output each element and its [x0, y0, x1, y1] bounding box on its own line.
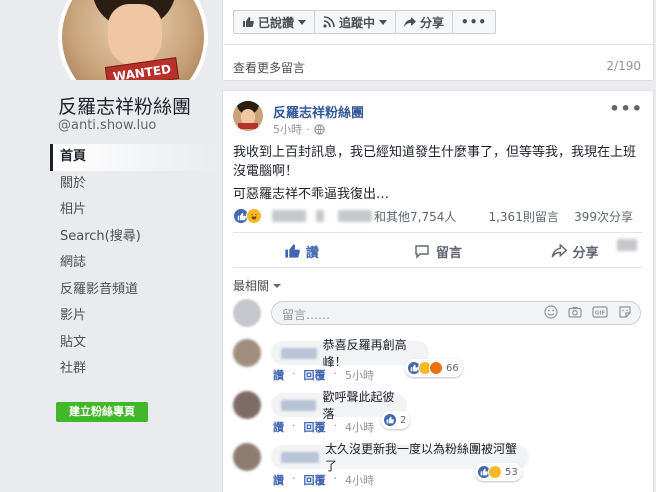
sidebar-item-posts[interactable]: 貼文	[50, 330, 220, 357]
viewer-avatar	[233, 299, 261, 327]
sidebar-item-video-channel[interactable]: 反羅影音頻道	[50, 277, 220, 304]
post-text: 我收到上百封訊息，我已經知道發生什麼事了，但等等我，我現在上班沒電腦啊！	[233, 145, 637, 179]
reactor-names-blurred	[272, 210, 306, 222]
comment-label: 留言	[436, 245, 463, 261]
sidebar-item-home[interactable]: 首頁	[50, 144, 220, 171]
following-button[interactable]: 追蹤中	[314, 10, 397, 34]
commenter-avatar[interactable]	[233, 339, 261, 367]
share-label: 分享	[420, 15, 445, 30]
thumbs-up-icon	[243, 17, 254, 27]
share-arrow-icon	[404, 17, 417, 27]
comment-reactions[interactable]: 53	[475, 463, 522, 481]
rss-icon	[323, 16, 335, 28]
thumbs-up-icon	[285, 244, 300, 258]
comment-time[interactable]: 5小時	[345, 367, 374, 383]
view-more-comments-link[interactable]: 查看更多留言	[233, 59, 305, 76]
sidebar-item-notes[interactable]: 網誌	[50, 250, 220, 277]
emoji-icon[interactable]	[544, 305, 558, 319]
comment-placeholder: 留言……	[282, 308, 331, 322]
comment-meta: 讚 · 回覆 · 4小時	[273, 419, 374, 435]
comment-bubble: 恭喜反羅再創高峰！	[271, 338, 429, 369]
comment-reaction-count: 66	[446, 362, 459, 374]
more-icon: •••	[461, 15, 488, 29]
more-options-button[interactable]: •••	[452, 10, 497, 34]
globe-icon	[313, 123, 325, 135]
camera-icon[interactable]	[568, 305, 582, 319]
like-button[interactable]: 讚	[233, 242, 370, 261]
commenter-name-blurred[interactable]	[281, 399, 317, 411]
share-arrow-icon	[551, 243, 567, 258]
commenter-name-blurred[interactable]	[281, 451, 320, 463]
comment-reactions[interactable]: 66	[405, 359, 463, 377]
comment-meta: 讚 · 回覆 · 5小時	[273, 367, 374, 383]
post-card: 反羅志祥粉絲團 5小時 · ••• 我收到上百封訊息，我已經知道發生什麼事了，但…	[222, 90, 654, 492]
comment-meta: 讚 · 回覆 · 4小時	[273, 472, 374, 488]
comment-sort-dropdown[interactable]: 最相關	[233, 277, 281, 294]
sidebar-item-videos[interactable]: 影片	[50, 303, 220, 330]
following-label: 追蹤中	[339, 15, 376, 30]
page-title[interactable]: 反羅志祥粉絲團	[58, 92, 191, 119]
post-author[interactable]: 反羅志祥粉絲團	[273, 102, 364, 121]
share-label: 分享	[572, 245, 599, 261]
comment-reply-link[interactable]: 回覆	[304, 472, 326, 488]
comment-reply-link[interactable]: 回覆	[304, 367, 326, 383]
liked-label: 已說讚	[258, 15, 295, 30]
haha-reaction-icon	[246, 208, 262, 224]
sidebar-item-photos[interactable]: 相片	[50, 197, 220, 224]
viewer-avatar-blurred	[617, 239, 637, 251]
post-more-icon[interactable]: •••	[609, 99, 643, 118]
comment-time[interactable]: 4小時	[345, 472, 374, 488]
commenter-avatar[interactable]	[233, 443, 261, 471]
comments-count[interactable]: 1,361則留言	[488, 210, 558, 224]
comment-reactions[interactable]: 2	[381, 411, 411, 429]
svg-text:GIF: GIF	[595, 311, 606, 317]
comment-reply-link[interactable]: 回覆	[304, 419, 326, 435]
commenter-name-blurred[interactable]	[281, 347, 317, 359]
comment-reaction-count: 2	[400, 414, 407, 426]
like-label: 讚	[305, 245, 319, 261]
page-avatar[interactable]: WANTED	[58, 0, 208, 80]
sidebar-item-search[interactable]: Search(搜尋)	[50, 224, 220, 251]
comment-like-link[interactable]: 讚	[273, 419, 284, 435]
page-handle[interactable]: @anti.show.luo	[58, 118, 156, 133]
reactions-count: 和其他7,754人	[374, 209, 457, 224]
post-time-label[interactable]: 5小時	[273, 121, 302, 137]
sidebar-item-community[interactable]: 社群	[50, 356, 220, 383]
comment-like-link[interactable]: 讚	[273, 367, 284, 383]
chevron-down-icon	[298, 20, 307, 25]
comment-icon	[415, 245, 429, 259]
comment-like-link[interactable]: 讚	[273, 472, 284, 488]
sidebar-nav: 首頁 關於 相片 Search(搜尋) 網誌 反羅影音頻道 影片 貼文 社群	[50, 144, 220, 383]
sidebar-item-about[interactable]: 關於	[50, 171, 220, 198]
comment-time[interactable]: 4小時	[345, 419, 374, 435]
post-text-secondary: 可惡羅志祥不乖逼我復出…	[233, 187, 390, 202]
sticker-icon[interactable]	[618, 305, 632, 319]
comment-reaction-count: 53	[505, 466, 518, 478]
share-page-button[interactable]: 分享	[395, 10, 454, 34]
create-page-button[interactable]: 建立粉絲專頁	[56, 402, 148, 422]
top-card: 已說讚 追蹤中 分享 ••• 查看更多留言 2/190	[222, 0, 654, 81]
post-timestamp: 5小時 ·	[273, 121, 325, 137]
commenter-avatar[interactable]	[233, 391, 261, 419]
post-author-avatar[interactable]	[233, 101, 263, 131]
engagement-counts: 1,361則留言 399次分享	[488, 208, 633, 225]
shares-count[interactable]: 399次分享	[574, 210, 633, 224]
gif-icon[interactable]: GIF	[592, 305, 608, 319]
liked-button[interactable]: 已說讚	[233, 10, 316, 34]
comment-input[interactable]: 留言…… GIF	[271, 301, 641, 325]
comment-pager: 2/190	[606, 59, 641, 73]
comment-button[interactable]: 留言	[370, 242, 507, 261]
chevron-down-icon	[379, 20, 388, 25]
reactions-summary[interactable]: 和其他7,754人 1,361則留言 399次分享	[233, 206, 643, 226]
